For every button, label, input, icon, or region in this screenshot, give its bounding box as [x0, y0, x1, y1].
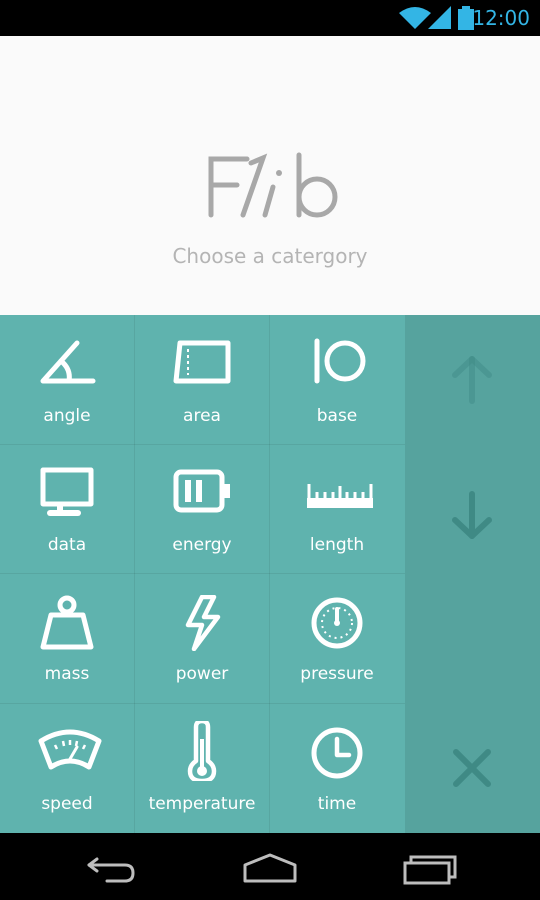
subtitle: Choose a catergory [172, 244, 368, 268]
close-icon [453, 749, 491, 787]
scroll-down-button[interactable] [405, 470, 540, 560]
back-icon [87, 857, 135, 883]
category-mass[interactable]: mass [0, 573, 134, 702]
wifi-icon [399, 7, 431, 29]
category-label: power [175, 664, 229, 684]
ruler-icon [307, 484, 373, 508]
signal-icon [428, 6, 451, 29]
category-label: base [316, 406, 358, 426]
base-icon [314, 338, 366, 384]
lightning-icon [185, 595, 221, 651]
category-power[interactable]: power [135, 573, 269, 702]
category-area[interactable]: area [135, 315, 269, 444]
home-icon [243, 853, 297, 883]
angle-icon [40, 340, 96, 384]
category-temperature[interactable]: temperature [135, 703, 269, 832]
category-label: speed [41, 794, 93, 814]
app-logo [205, 151, 339, 225]
navigation-bar [0, 833, 540, 900]
arrow-down-icon [452, 491, 492, 539]
recents-icon [403, 855, 457, 885]
scroll-up-button[interactable] [405, 337, 540, 427]
area-icon [173, 340, 231, 384]
category-label: temperature [148, 794, 256, 814]
category-label: length [309, 535, 365, 555]
category-grid: angle area base data energy length mass … [0, 315, 405, 833]
category-label: pressure [300, 664, 374, 684]
arrow-up-icon [452, 356, 492, 404]
category-pressure[interactable]: pressure [270, 573, 404, 702]
category-label: angle [43, 406, 91, 426]
gauge-icon [311, 597, 363, 649]
clock-icon [311, 727, 363, 779]
side-panel [405, 315, 540, 833]
category-label: area [183, 406, 221, 426]
category-speed[interactable]: speed [0, 703, 134, 832]
status-bar: 12:00 [0, 0, 540, 36]
category-label: data [47, 535, 87, 555]
speedometer-icon [38, 729, 102, 770]
thermometer-icon [187, 721, 217, 781]
header: Choose a catergory [0, 36, 540, 315]
home-button[interactable] [225, 841, 315, 891]
category-data[interactable]: data [0, 444, 134, 573]
battery-icon [173, 469, 230, 513]
category-label: energy [172, 535, 232, 555]
recents-button[interactable] [385, 841, 475, 891]
category-length[interactable]: length [270, 444, 404, 573]
back-button[interactable] [67, 841, 157, 891]
category-angle[interactable]: angle [0, 315, 134, 444]
status-clock: 12:00 [472, 6, 530, 30]
category-energy[interactable]: energy [135, 444, 269, 573]
close-button[interactable] [405, 723, 540, 813]
category-time[interactable]: time [270, 703, 404, 832]
category-base[interactable]: base [270, 315, 404, 444]
monitor-icon [40, 467, 94, 516]
category-label: mass [44, 664, 90, 684]
weight-icon [40, 595, 94, 650]
category-label: time [317, 794, 357, 814]
